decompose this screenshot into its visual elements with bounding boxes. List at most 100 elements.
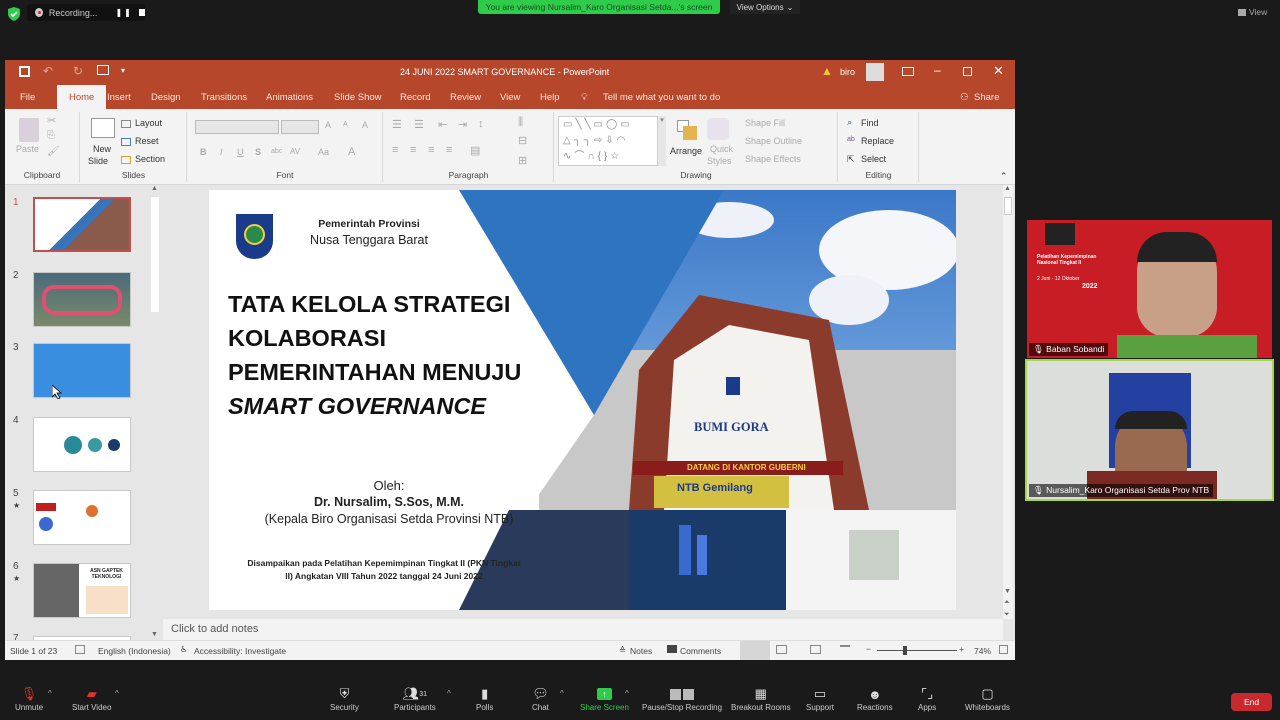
end-meeting-button[interactable]: End xyxy=(1231,693,1272,711)
audio-options-caret[interactable]: ^ xyxy=(48,689,52,698)
warning-icon[interactable]: ▲ xyxy=(821,64,833,78)
zoom-out-icon[interactable]: − xyxy=(866,644,871,654)
tab-help[interactable]: Help xyxy=(540,85,560,109)
strikethrough-button[interactable]: abc xyxy=(271,148,282,155)
decrease-indent-icon[interactable]: ⇤ xyxy=(438,118,447,131)
slide-thumbnail-5[interactable] xyxy=(33,490,131,545)
pause-recording-icon[interactable]: ❚❚ xyxy=(115,8,132,17)
customize-toolbar-icon[interactable]: ▾ xyxy=(121,66,125,75)
new-slide-label-1[interactable]: New xyxy=(93,144,111,154)
scroll-up-icon[interactable]: ▲ xyxy=(1004,185,1011,192)
scroll-down-icon[interactable]: ▼ xyxy=(151,631,158,638)
increase-font-icon[interactable]: A xyxy=(325,120,331,130)
tab-slide-show[interactable]: Slide Show xyxy=(334,85,382,109)
chat-button[interactable]: 💬︎ Chat xyxy=(532,685,549,712)
scroll-up-icon[interactable]: ▲ xyxy=(151,185,158,192)
next-slide-icon[interactable]: ⏷ xyxy=(1004,611,1010,619)
slide-thumbnail-6[interactable]: ASN GAPTEK TEKNOLOGI xyxy=(33,563,131,618)
select-button[interactable]: Select xyxy=(861,154,886,164)
video-options-caret[interactable]: ^ xyxy=(115,689,119,698)
notes-button[interactable]: Notes xyxy=(630,646,652,656)
cut-icon[interactable]: ✂ xyxy=(47,114,56,127)
support-button[interactable]: ▭ Support xyxy=(806,685,834,712)
stop-recording-icon[interactable] xyxy=(138,9,145,16)
paste-icon[interactable] xyxy=(19,118,39,142)
tab-review[interactable]: Review xyxy=(450,85,481,109)
polls-button[interactable]: ▮ Polls xyxy=(476,685,493,712)
thumbnail-scrollbar[interactable]: ▲ ▼ xyxy=(150,185,160,640)
slide-thumbnail-3[interactable] xyxy=(33,343,131,398)
line-spacing-icon[interactable]: ↕ xyxy=(478,118,484,130)
security-shield-icon[interactable] xyxy=(6,6,22,22)
minimize-icon[interactable]: – xyxy=(934,63,941,77)
reset-button[interactable]: Reset xyxy=(135,136,159,146)
reading-view-button[interactable] xyxy=(810,645,821,654)
participants-caret[interactable]: ^ xyxy=(447,689,451,698)
tell-me-search[interactable]: Tell me what you want to do xyxy=(603,85,720,109)
apps-button[interactable]: ⌜⌟ Apps xyxy=(918,685,936,712)
smartart-icon[interactable]: ⊞ xyxy=(518,154,527,167)
new-slide-icon[interactable] xyxy=(91,118,115,138)
participant-video-1[interactable]: Pelatihan Kepemimpinan Nasional Tingkat … xyxy=(1027,220,1272,358)
accessibility-status[interactable]: Accessibility: Investigate xyxy=(194,646,286,656)
reactions-button[interactable]: ☻ Reactions xyxy=(857,685,893,713)
share-caret[interactable]: ^ xyxy=(625,689,629,698)
fit-to-window-icon[interactable] xyxy=(999,645,1008,654)
scroll-thumb[interactable] xyxy=(151,197,159,312)
quick-styles-label-2[interactable]: Styles xyxy=(707,156,732,166)
whiteboards-button[interactable]: ▢ Whiteboards xyxy=(965,685,1010,712)
tab-design[interactable]: Design xyxy=(151,85,181,109)
quick-styles-icon[interactable] xyxy=(707,118,729,140)
align-right-icon[interactable]: ≡ xyxy=(428,144,434,156)
layout-button[interactable]: Layout xyxy=(135,118,162,128)
font-color-button[interactable]: A xyxy=(348,146,355,158)
close-icon[interactable]: ✕ xyxy=(993,63,1004,79)
shape-fill-button[interactable]: Shape Fill xyxy=(745,118,785,128)
font-size-input[interactable] xyxy=(281,120,319,134)
undo-icon[interactable]: ↶ xyxy=(43,64,53,78)
pause-stop-recording-button[interactable]: Pause/Stop Recording xyxy=(642,685,722,712)
current-slide[interactable]: Pemerintah Provinsi Nusa Tenggara Barat … xyxy=(209,190,956,610)
scroll-down-icon[interactable]: ▼ xyxy=(1004,588,1011,595)
spell-check-icon[interactable] xyxy=(75,645,85,654)
restore-icon[interactable] xyxy=(963,67,972,76)
redo-icon[interactable]: ↻ xyxy=(73,64,83,78)
italic-button[interactable]: I xyxy=(220,147,223,157)
character-spacing-button[interactable]: AV xyxy=(290,147,300,156)
view-options-button[interactable]: View Options ⌄ xyxy=(730,0,800,14)
align-text-icon[interactable]: ⊟ xyxy=(518,134,527,147)
slide-scrollbar[interactable]: ▲ ▼ ⏶ ⏷ xyxy=(1003,185,1013,619)
comments-button[interactable]: Comments xyxy=(680,646,721,656)
zoom-slider[interactable] xyxy=(877,646,957,655)
slide-thumbnail-1[interactable] xyxy=(33,197,131,252)
clear-formatting-icon[interactable]: A xyxy=(362,120,368,130)
participant-video-2[interactable]: 🎙︎ Nursalim_Karo Organisasi Setda Prov N… xyxy=(1025,359,1274,501)
decrease-font-icon[interactable]: A xyxy=(343,121,348,128)
tab-home[interactable]: Home xyxy=(57,85,107,109)
shape-outline-button[interactable]: Shape Outline xyxy=(745,136,802,146)
user-avatar[interactable] xyxy=(866,63,884,81)
view-button[interactable]: View xyxy=(1238,5,1276,19)
find-button[interactable]: Find xyxy=(861,118,879,128)
start-slideshow-icon[interactable] xyxy=(97,65,109,75)
slide-thumbnail-2[interactable] xyxy=(33,272,131,327)
security-button[interactable]: ⛨ Security xyxy=(330,685,359,712)
tab-record[interactable]: Record xyxy=(400,85,431,109)
breakout-rooms-button[interactable]: ▦ Breakout Rooms xyxy=(731,685,791,712)
user-name[interactable]: biro xyxy=(840,67,855,77)
quick-styles-label-1[interactable]: Quick xyxy=(710,144,733,154)
new-slide-label-2[interactable]: Slide xyxy=(88,156,108,166)
bullets-icon[interactable]: ☰ xyxy=(392,118,402,131)
normal-view-button[interactable] xyxy=(740,641,770,660)
arrange-button[interactable]: Arrange xyxy=(670,146,702,156)
tab-transitions[interactable]: Transitions xyxy=(201,85,247,109)
tab-insert[interactable]: Insert xyxy=(107,85,131,109)
language[interactable]: English (Indonesia) xyxy=(98,646,171,656)
increase-indent-icon[interactable]: ⇥ xyxy=(458,118,467,131)
slide-sorter-button[interactable] xyxy=(776,645,787,654)
numbering-icon[interactable]: ☰ xyxy=(414,118,424,131)
tab-file[interactable]: File xyxy=(20,85,35,109)
collapse-ribbon-icon[interactable]: ⌃ xyxy=(1000,171,1008,182)
ribbon-display-options-icon[interactable] xyxy=(902,67,914,76)
notes-field[interactable]: Click to add notes xyxy=(163,619,1003,640)
